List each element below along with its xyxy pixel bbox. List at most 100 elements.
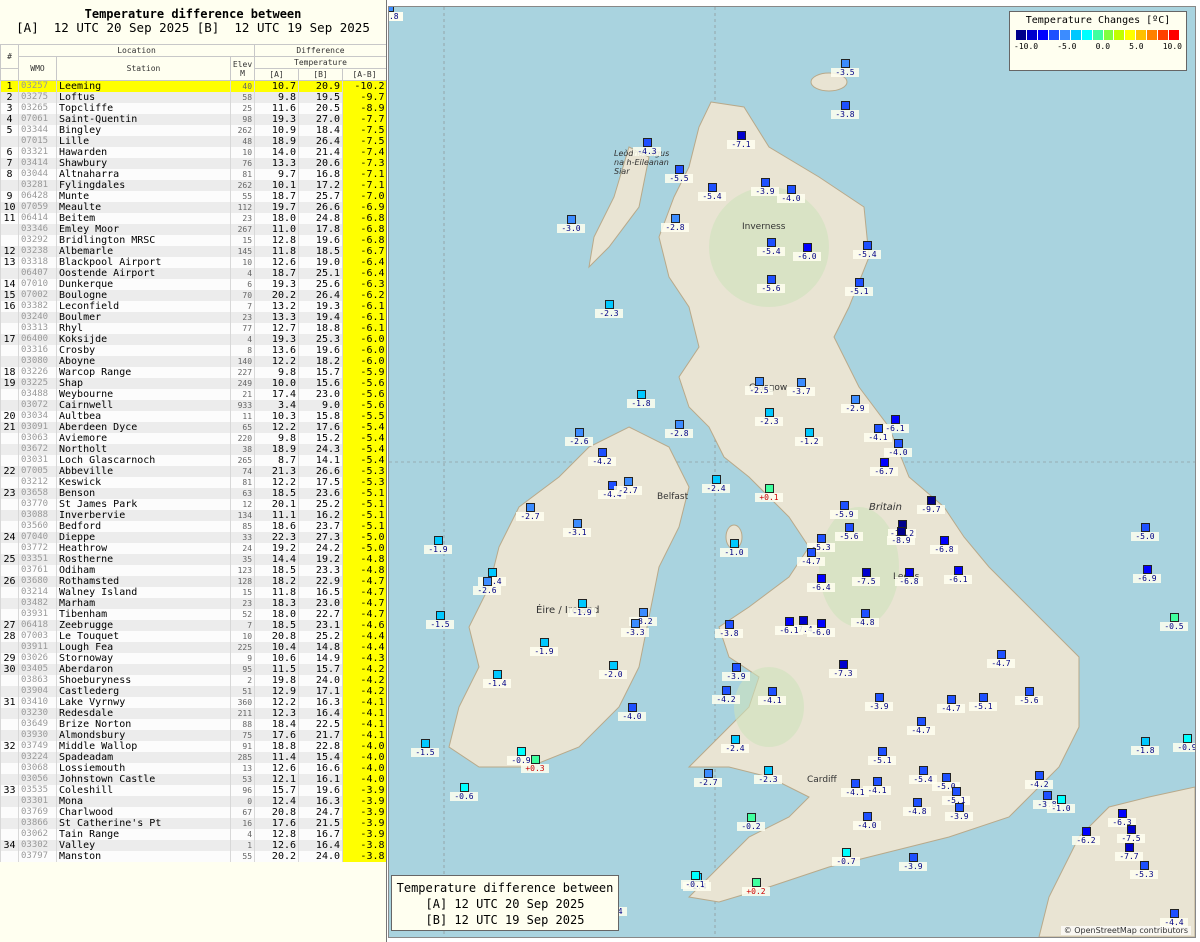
station-marker[interactable]: -5.6 [757, 275, 785, 293]
station-marker[interactable]: +0.1 [755, 484, 783, 502]
station-marker[interactable]: -5.4 [698, 183, 726, 201]
station-marker[interactable]: -4.4 [1160, 909, 1188, 927]
table-row[interactable]: 11 06414 Beitem 23 18.0 24.8 -6.8 [0, 213, 386, 224]
station-marker[interactable]: -4.1 [841, 779, 869, 797]
station-marker[interactable]: -6.8 [930, 536, 958, 554]
table-row[interactable]: 14 07010 Dunkerque 6 19.3 25.6 -6.3 [0, 279, 386, 290]
station-marker[interactable]: +0.2 [742, 878, 770, 896]
station-marker[interactable]: -3.9 [865, 693, 893, 711]
station-marker[interactable]: -4.7 [907, 717, 935, 735]
station-marker[interactable]: -6.9 [1133, 565, 1161, 583]
station-marker[interactable]: +0.3 [521, 755, 549, 773]
table-row[interactable]: 20 03034 Aultbea 11 10.3 15.8 -5.5 [0, 411, 386, 422]
station-marker[interactable]: -2.0 [599, 661, 627, 679]
table-row[interactable]: 2 03275 Loftus 58 9.8 19.5 -9.7 [0, 92, 386, 103]
station-marker[interactable]: -4.2 [712, 686, 740, 704]
station-marker[interactable]: -2.3 [755, 408, 783, 426]
station-marker[interactable]: -5.1 [969, 693, 997, 711]
station-marker[interactable]: -6.1 [775, 617, 803, 635]
table-row[interactable]: 03316 Crosby 8 13.6 19.6 -6.0 [0, 345, 386, 356]
table-row[interactable]: 03080 Aboyne 140 12.2 18.2 -6.0 [0, 356, 386, 367]
table-row[interactable]: 03769 Charlwood 67 20.8 24.7 -3.9 [0, 807, 386, 818]
station-marker[interactable]: -3.8 [831, 101, 859, 119]
table-row[interactable]: 03761 Odiham 123 18.5 23.3 -4.8 [0, 565, 386, 576]
station-marker[interactable]: -1.9 [424, 536, 452, 554]
table-row[interactable]: 03301 Mona 0 12.4 16.3 -3.9 [0, 796, 386, 807]
station-marker[interactable]: -1.0 [720, 539, 748, 557]
station-marker[interactable]: -0.6 [450, 783, 478, 801]
table-row[interactable]: 03346 Emley Moor 267 11.0 17.8 -6.8 [0, 224, 386, 235]
station-marker[interactable]: -3.9 [751, 178, 779, 196]
table-row[interactable]: 32 03749 Middle Wallop 91 18.8 22.8 -4.0 [0, 741, 386, 752]
table-row[interactable]: 6 03321 Hawarden 10 14.0 21.4 -7.4 [0, 147, 386, 158]
station-marker[interactable]: -3.3 [621, 619, 649, 637]
station-marker[interactable]: -4.3 [633, 138, 661, 156]
station-marker[interactable]: -3.8 [389, 7, 403, 21]
table-row[interactable]: 8 03044 Altnaharra 81 9.7 16.8 -7.1 [0, 169, 386, 180]
table-row[interactable]: 13 03318 Blackpool Airport 10 12.6 19.0 -6.4 [0, 257, 386, 268]
station-marker[interactable]: -5.0 [1131, 523, 1159, 541]
station-marker[interactable]: -3.9 [722, 663, 750, 681]
station-marker[interactable]: -7.7 [1115, 843, 1143, 861]
table-row[interactable]: 4 07061 Saint-Quentin 98 19.3 27.0 -7.7 [0, 114, 386, 125]
station-marker[interactable]: -2.9 [841, 395, 869, 413]
station-marker[interactable]: -2.3 [595, 300, 623, 318]
table-row[interactable]: 30 03405 Aberdaron 95 11.5 15.7 -4.2 [0, 664, 386, 675]
table-row[interactable]: 17 06400 Koksijde 4 19.3 25.3 -6.0 [0, 334, 386, 345]
station-marker[interactable]: -1.5 [426, 611, 454, 629]
table-row[interactable]: 16 03382 Leconfield 7 13.2 19.3 -6.1 [0, 301, 386, 312]
station-marker[interactable]: -1.8 [627, 390, 655, 408]
table-row[interactable]: 03072 Cairnwell 933 3.4 9.0 -5.6 [0, 400, 386, 411]
station-marker[interactable]: -3.7 [787, 378, 815, 396]
station-marker[interactable]: -2.7 [694, 769, 722, 787]
table-row[interactable]: 33 03535 Coleshill 96 15.7 19.6 -3.9 [0, 785, 386, 796]
station-marker[interactable]: -4.1 [758, 687, 786, 705]
table-row[interactable]: 03904 Castlederg 51 12.9 17.1 -4.2 [0, 686, 386, 697]
station-marker[interactable]: -4.0 [853, 812, 881, 830]
table-row[interactable]: 29 03026 Stornoway 9 10.6 14.9 -4.3 [0, 653, 386, 664]
table-row[interactable]: 03482 Marham 23 18.3 23.0 -4.7 [0, 598, 386, 609]
table-row[interactable]: 7 03414 Shawbury 76 13.3 20.6 -7.3 [0, 158, 386, 169]
station-marker[interactable]: -5.9 [830, 501, 858, 519]
table-row[interactable]: 03313 Rhyl 77 12.7 18.8 -6.1 [0, 323, 386, 334]
table-row[interactable]: 18 03226 Warcop Range 227 9.8 15.7 -5.9 [0, 367, 386, 378]
station-marker[interactable]: -6.7 [870, 458, 898, 476]
table-row[interactable]: 15 07002 Boulogne 70 20.2 26.4 -6.2 [0, 290, 386, 301]
station-marker[interactable]: -0.1 [681, 871, 709, 889]
station-marker[interactable]: -0.2 [737, 813, 765, 831]
station-marker[interactable]: -2.6 [473, 577, 501, 595]
table-row[interactable]: 22 07005 Abbeville 74 21.3 26.6 -5.3 [0, 466, 386, 477]
table-row[interactable]: 27 06418 Zeebrugge 7 18.5 23.1 -4.6 [0, 620, 386, 631]
station-marker[interactable]: -4.0 [618, 703, 646, 721]
station-marker[interactable]: -4.2 [1025, 771, 1053, 789]
station-marker[interactable]: -3.8 [715, 620, 743, 638]
station-marker[interactable]: -4.2 [588, 448, 616, 466]
station-marker[interactable]: -6.4 [807, 574, 835, 592]
station-marker[interactable]: -7.3 [829, 660, 857, 678]
table-row[interactable]: 3 03265 Topcliffe 25 11.6 20.5 -8.9 [0, 103, 386, 114]
table-row[interactable]: 03214 Walney Island 15 11.8 16.5 -4.7 [0, 587, 386, 598]
station-marker[interactable]: -5.1 [845, 278, 873, 296]
station-marker[interactable]: -5.5 [665, 165, 693, 183]
station-marker[interactable]: -5.6 [835, 523, 863, 541]
station-marker[interactable]: -7.1 [727, 131, 755, 149]
table-row[interactable]: 03068 Lossiemouth 13 12.6 16.6 -4.0 [0, 763, 386, 774]
station-marker[interactable]: -0.7 [832, 848, 860, 866]
station-marker[interactable]: -1.5 [411, 739, 439, 757]
table-row[interactable]: 31 03410 Lake Vyrnwy 360 12.2 16.3 -4.1 [0, 697, 386, 708]
table-row[interactable]: 03292 Bridlington MRSC 15 12.8 19.6 -6.8 [0, 235, 386, 246]
table-row[interactable]: 23 03658 Benson 63 18.5 23.6 -5.1 [0, 488, 386, 499]
table-row[interactable]: 03911 Lough Fea 225 10.4 14.8 -4.4 [0, 642, 386, 653]
station-marker[interactable]: -4.7 [797, 548, 825, 566]
table-row[interactable]: 03770 St James Park 12 20.1 25.2 -5.1 [0, 499, 386, 510]
station-marker[interactable]: -3.5 [831, 59, 859, 77]
station-marker[interactable]: -0.9 [1173, 734, 1195, 752]
station-marker[interactable]: -3.9 [899, 853, 927, 871]
table-row[interactable]: 24 07040 Dieppe 33 22.3 27.3 -5.0 [0, 532, 386, 543]
map-view[interactable]: Leòdhas agus na h-Eileanan Siar Invernes… [388, 6, 1196, 938]
station-marker[interactable]: -2.8 [661, 214, 689, 232]
table-row[interactable]: 10 07059 Meaulte 112 19.7 26.6 -6.9 [0, 202, 386, 213]
table-row[interactable]: 03560 Bedford 85 18.6 23.7 -5.1 [0, 521, 386, 532]
table-row[interactable]: 03863 Shoeburyness 2 19.8 24.0 -4.2 [0, 675, 386, 686]
table-row[interactable]: 03230 Redesdale 211 12.3 16.4 -4.1 [0, 708, 386, 719]
